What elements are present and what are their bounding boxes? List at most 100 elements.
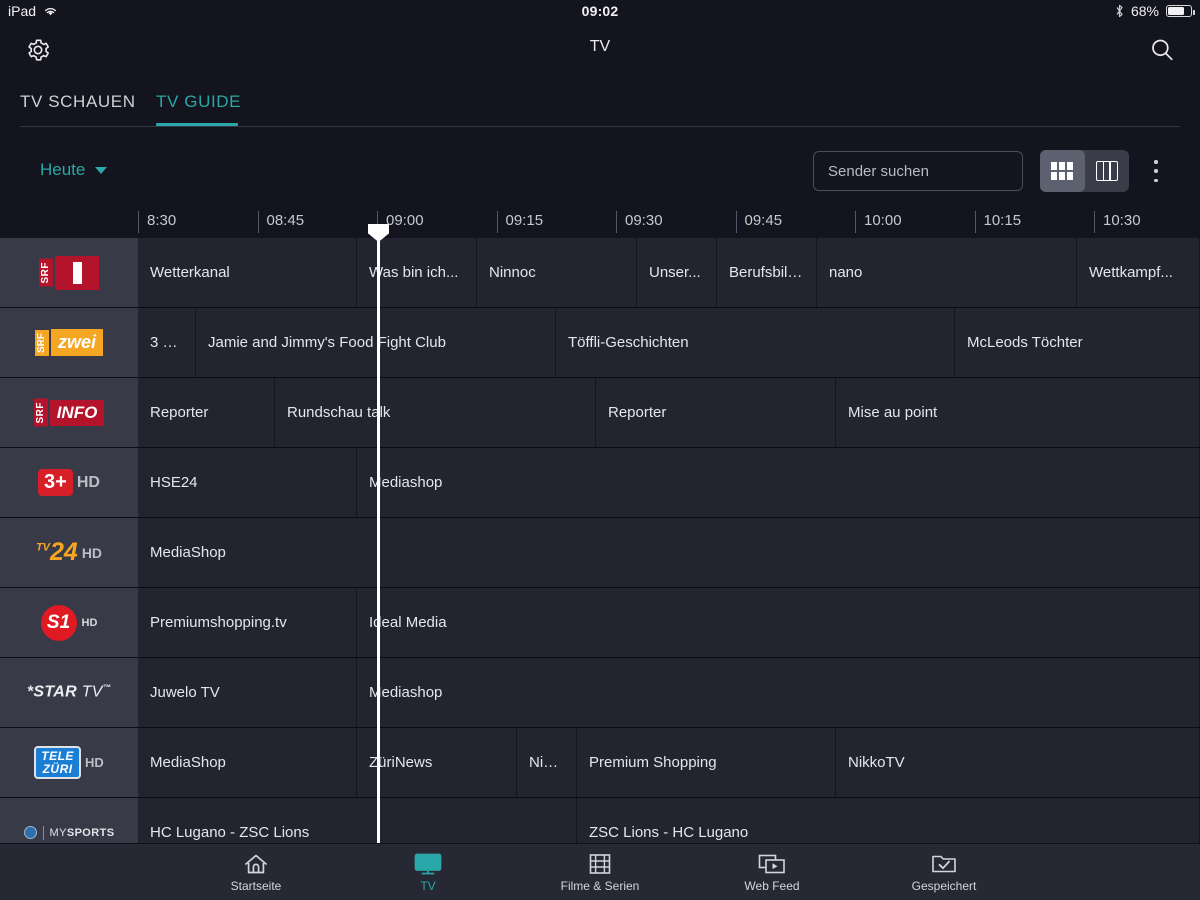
s1-hd-logo: S1 HD bbox=[40, 604, 97, 641]
program-cell[interactable]: Rundschau talk bbox=[275, 378, 596, 447]
bottom-tab-filme-serien[interactable]: Filme & Serien bbox=[545, 852, 655, 893]
guide-grid[interactable]: SRF Wetterkanal Was bin ich... Ninnoc Unser.… bbox=[0, 238, 1200, 843]
channel-logo-cell[interactable]: SRF zwei bbox=[0, 308, 138, 378]
program-cell[interactable]: nano bbox=[817, 238, 1077, 307]
view-mode-toggle bbox=[1040, 150, 1129, 192]
program-cell[interactable]: Was bin ich... bbox=[357, 238, 477, 307]
program-cell[interactable]: Mediashop bbox=[357, 658, 1200, 727]
channel-logo-cell[interactable]: TELE ZÜRI HD bbox=[0, 728, 138, 798]
tab-tv-schauen[interactable]: TV SCHAUEN bbox=[20, 92, 136, 112]
channel-logo-cell[interactable]: SRF INFO bbox=[0, 378, 138, 448]
program-cell[interactable]: Ninnoc bbox=[477, 238, 637, 307]
search-icon bbox=[1152, 39, 1173, 61]
tele-zueri-hd-logo: TELE ZÜRI HD bbox=[34, 745, 104, 780]
film-strip-icon bbox=[589, 853, 611, 874]
grid-view-button[interactable] bbox=[1040, 150, 1085, 192]
more-options-button[interactable] bbox=[1148, 160, 1164, 182]
program-title: Töffli-Geschichten bbox=[568, 334, 689, 351]
tick-label: 10:00 bbox=[864, 212, 902, 229]
program-cell[interactable]: 3 a... bbox=[138, 308, 196, 377]
tick-label: 08:45 bbox=[266, 212, 305, 229]
program-cell[interactable]: HSE24 bbox=[138, 448, 357, 517]
program-cell[interactable]: HC Lugano - ZSC Lions bbox=[138, 798, 577, 843]
day-selector[interactable]: Heute bbox=[40, 160, 108, 180]
channel-logo-cell[interactable]: *STAR TV™ bbox=[0, 658, 138, 728]
program-title: nano bbox=[829, 264, 863, 281]
tick-line bbox=[616, 211, 617, 233]
home-icon bbox=[245, 854, 267, 873]
channel-logo-cell[interactable]: SRF bbox=[0, 238, 138, 308]
tick-label: 09:30 bbox=[625, 212, 663, 229]
program-cell[interactable]: Jamie and Jimmy's Food Fight Club bbox=[196, 308, 556, 377]
program-cell[interactable]: Juwelo TV bbox=[138, 658, 357, 727]
channel-logo-cell[interactable]: 3+ HD bbox=[0, 448, 138, 518]
program-cell[interactable]: Wettkampf... bbox=[1077, 238, 1200, 307]
program-title: ZüriNews bbox=[369, 754, 433, 771]
program-title: 3 a... bbox=[150, 334, 184, 351]
program-cell[interactable]: Nikko... bbox=[517, 728, 577, 797]
status-right: 68% bbox=[1115, 3, 1195, 19]
tab-tv-guide[interactable]: TV GUIDE bbox=[156, 92, 241, 112]
channel-row: SRF INFO Reporter Rundschau talk Reporter Mis… bbox=[0, 378, 1200, 448]
program-cell[interactable]: Wetterkanal bbox=[138, 238, 357, 307]
program-title: Ninnoc bbox=[489, 264, 536, 281]
tabs-divider bbox=[20, 126, 1180, 127]
program-cell[interactable]: ZSC Lions - HC Lugano bbox=[577, 798, 1200, 843]
program-cell[interactable]: ZüriNews bbox=[357, 728, 517, 797]
tick-line bbox=[735, 211, 737, 233]
program-cell[interactable]: McLeods Töchter bbox=[955, 308, 1200, 377]
channel-logo-cell[interactable]: S1 HD bbox=[0, 588, 138, 658]
timeline-ruler: 8:30 08:45 09:00 09:15 09:30 09:45 10:00 10:15 1… bbox=[0, 208, 1200, 238]
page-title: TV bbox=[589, 38, 611, 55]
program-title: Jamie and Jimmy's Food Fight Club bbox=[208, 334, 446, 351]
bottom-tab-web-feed[interactable]: Web Feed bbox=[717, 852, 827, 893]
bottom-tab-gespeichert[interactable]: Gespeichert bbox=[889, 852, 999, 893]
channel-logo-cell[interactable]: TV24 HD bbox=[0, 518, 138, 588]
program-cell[interactable]: Reporter bbox=[138, 378, 275, 447]
bottom-tab-tv[interactable]: TV bbox=[373, 852, 483, 893]
program-cell[interactable]: MediaShop bbox=[138, 728, 357, 797]
program-title: Mediashop bbox=[369, 684, 443, 701]
program-cell[interactable]: Mediashop bbox=[357, 448, 1200, 517]
channel-logo-cell[interactable]: MYSPORTS bbox=[0, 798, 138, 843]
channel-search-input[interactable] bbox=[813, 151, 1023, 191]
column-view-button[interactable] bbox=[1085, 150, 1130, 192]
tick-label: 09:45 bbox=[744, 212, 783, 229]
program-cell[interactable]: MediaShop bbox=[138, 518, 1200, 587]
program-cell[interactable]: Premium Shopping bbox=[577, 728, 836, 797]
program-title: NikkoTV bbox=[848, 754, 905, 771]
program-cell[interactable]: Töffli-Geschichten bbox=[556, 308, 955, 377]
battery-percent: 68% bbox=[1130, 3, 1159, 19]
program-cell[interactable]: Berufsbilde... bbox=[717, 238, 817, 307]
srf-info-logo: SRF INFO bbox=[33, 398, 105, 427]
tick-label: 09:15 bbox=[505, 212, 544, 229]
web-feed-icon bbox=[758, 854, 785, 873]
program-cell[interactable]: Reporter bbox=[596, 378, 836, 447]
bottom-tab-startseite[interactable]: Startseite bbox=[201, 852, 311, 893]
program-cell[interactable]: Mise au point bbox=[836, 378, 1200, 447]
search-button[interactable] bbox=[1140, 32, 1184, 68]
bottom-tab-label: TV bbox=[420, 878, 436, 893]
program-title: Premiumshopping.tv bbox=[150, 614, 287, 631]
program-cell[interactable]: Premiumshopping.tv bbox=[138, 588, 357, 657]
program-title: Berufsbilde... bbox=[729, 264, 816, 281]
channel-row: *STAR TV™ Juwelo TV Mediashop bbox=[0, 658, 1200, 728]
current-time-playhead bbox=[368, 224, 389, 843]
program-cell[interactable]: Unser... bbox=[637, 238, 717, 307]
bottom-tab-label: Web Feed bbox=[744, 878, 800, 893]
program-track: Juwelo TV Mediashop bbox=[138, 658, 1200, 728]
channel-row: TV24 HD MediaShop bbox=[0, 518, 1200, 588]
ios-status-bar: iPad 09:02 68% bbox=[0, 0, 1200, 22]
bottom-tab-label: Gespeichert bbox=[911, 878, 977, 893]
tick-line bbox=[257, 211, 259, 233]
tv-monitor-icon bbox=[414, 853, 442, 874]
status-clock: 09:02 bbox=[581, 3, 619, 19]
program-cell[interactable]: Ideal Media bbox=[357, 588, 1200, 657]
grid-view-icon bbox=[1051, 162, 1074, 180]
program-title: Wettkampf... bbox=[1089, 264, 1173, 281]
program-track: 3 a... Jamie and Jimmy's Food Fight Club T… bbox=[138, 308, 1200, 378]
program-cell[interactable]: NikkoTV bbox=[836, 728, 1200, 797]
section-tabs: TV SCHAUEN TV GUIDE bbox=[0, 82, 1200, 126]
saved-folder-icon bbox=[932, 855, 956, 872]
program-track: MediaShop ZüriNews Nikko... Premium Shoppin… bbox=[138, 728, 1200, 798]
